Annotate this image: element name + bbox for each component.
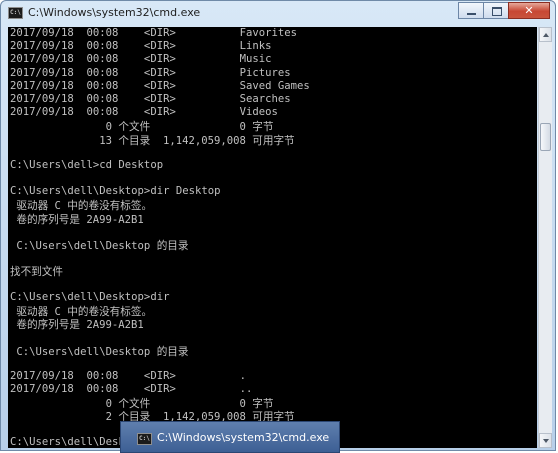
scroll-up-arrow-icon[interactable]	[539, 27, 552, 42]
console-line: C:\Users\dell\Desktop 的目录	[10, 240, 189, 252]
console-line: 2017/09/18 00:08 <DIR> Pictures	[10, 66, 291, 79]
console-line: 2017/09/18 00:08 <DIR> Links	[10, 40, 272, 53]
close-button[interactable]: ✕	[508, 2, 550, 19]
console-line: 驱动器 C 中的卷没有标签。	[10, 200, 153, 213]
maximize-button[interactable]	[483, 2, 509, 19]
console-output[interactable]: 2017/09/18 00:08 <DIR> Favorites 2017/09/…	[8, 27, 537, 448]
console-line: 0 个文件 0 字节	[10, 121, 274, 134]
console-line: 2017/09/18 00:08 <DIR> .	[10, 369, 246, 382]
close-icon: ✕	[524, 4, 534, 17]
scroll-thumb[interactable]	[540, 123, 551, 151]
console-line: 0 个文件 0 字节	[10, 398, 274, 411]
vertical-scrollbar[interactable]	[538, 27, 552, 448]
taskbar-preview-title: C:\Windows\system32\cmd.exe	[157, 431, 330, 444]
console-line: 找不到文件	[10, 266, 63, 279]
scroll-down-arrow-icon[interactable]	[539, 433, 552, 448]
caption-buttons: ✕	[458, 2, 550, 20]
console-line: 2017/09/18 00:08 <DIR> Favorites	[10, 27, 298, 39]
console-line: 2017/09/18 00:08 <DIR> Saved Games	[10, 79, 310, 92]
console-line: 卷的序列号是 2A99-A2B1	[10, 213, 144, 226]
console-lines: 2017/09/18 00:08 <DIR> Favorites 2017/09/…	[10, 27, 310, 448]
console-line: 驱动器 C 中的卷没有标签。	[10, 305, 153, 318]
console-line: 13 个目录 1,142,059,008 可用字节	[10, 134, 295, 147]
cmd-app-icon: C:\	[137, 433, 152, 445]
console-line: 2017/09/18 00:08 <DIR> ..	[10, 383, 253, 396]
console-line: 2017/09/18 00:08 <DIR> Videos	[10, 106, 278, 119]
window-title: C:\Windows\system32\cmd.exe	[28, 6, 201, 19]
title-bar[interactable]: C:\ C:\Windows\system32\cmd.exe ✕	[1, 1, 555, 27]
console-line: C:\Users\dell\Desktop>dir Desktop	[10, 185, 221, 198]
cmd-window: C:\ C:\Windows\system32\cmd.exe ✕ 2017/0…	[0, 0, 556, 451]
cmd-app-icon[interactable]: C:\	[8, 7, 23, 19]
console-line: C:\Users\dell\Desktop>dir	[10, 290, 170, 303]
minimize-button[interactable]	[458, 2, 484, 19]
console-line: 卷的序列号是 2A99-A2B1	[10, 319, 144, 332]
console-line: C:\Users\dell\Desktop 的目录	[10, 345, 189, 358]
taskbar-preview[interactable]: C:\ C:\Windows\system32\cmd.exe	[120, 421, 340, 453]
console-line: 2017/09/18 00:08 <DIR> Music	[10, 53, 272, 66]
console-line: C:\Users\dell>cd Desktop	[10, 158, 164, 171]
console-line: 2017/09/18 00:08 <DIR> Searches	[10, 92, 291, 105]
